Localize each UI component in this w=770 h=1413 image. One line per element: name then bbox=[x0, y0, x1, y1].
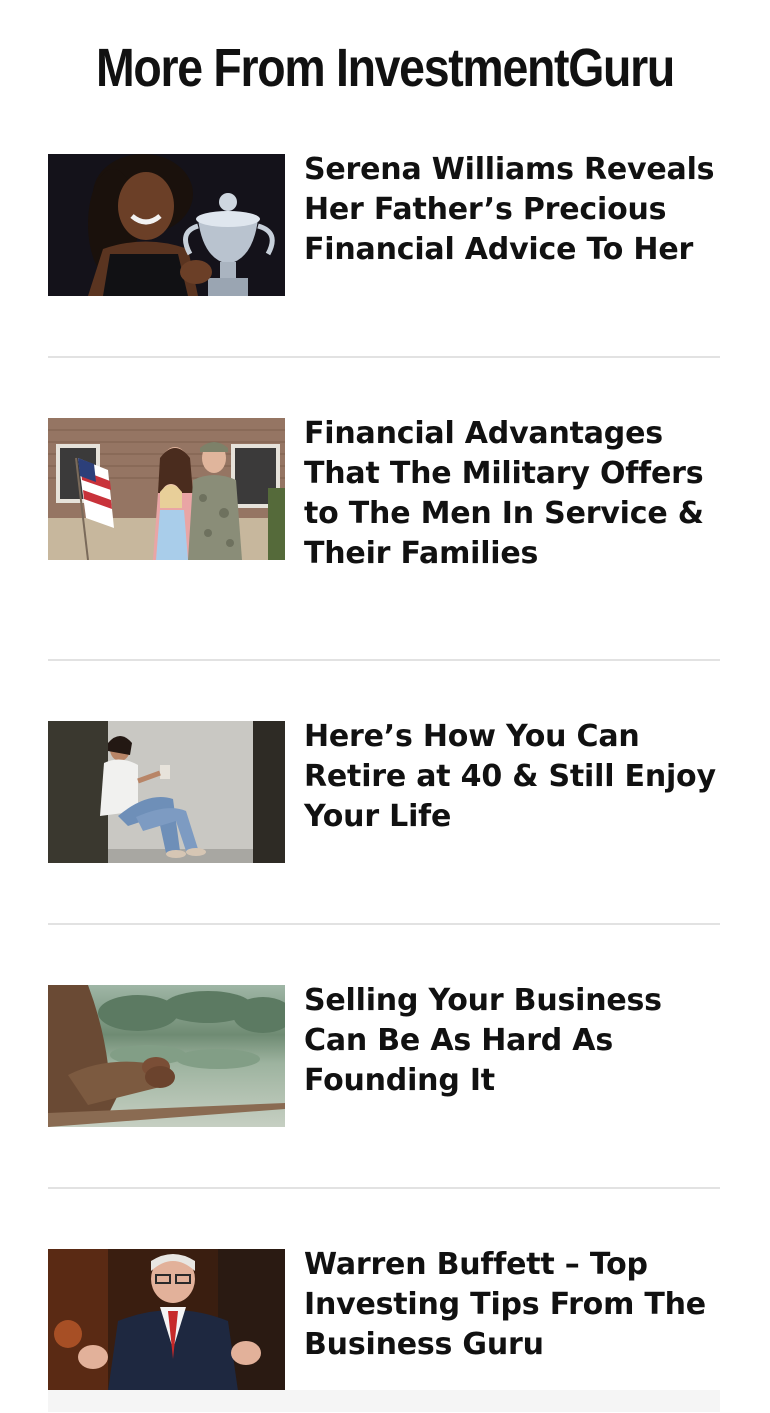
article-thumbnail[interactable] bbox=[48, 721, 285, 863]
article-thumbnail[interactable] bbox=[48, 154, 285, 296]
woman-sitting-coffee-photo bbox=[48, 721, 285, 863]
divider bbox=[48, 1187, 720, 1189]
article-title[interactable]: Selling Your Business Can Be As Hard As … bbox=[304, 981, 724, 1101]
article-item[interactable]: Here’s How You Can Retire at 40 & Still … bbox=[48, 719, 720, 923]
article-thumbnail[interactable] bbox=[48, 1249, 285, 1391]
article-item[interactable]: Warren Buffett – Top Investing Tips From… bbox=[48, 1247, 720, 1413]
article-title[interactable]: Here’s How You Can Retire at 40 & Still … bbox=[304, 717, 724, 837]
divider bbox=[48, 659, 720, 661]
next-item-peek bbox=[48, 1390, 720, 1412]
divider bbox=[48, 356, 720, 358]
military-family-flag-photo bbox=[48, 418, 285, 560]
article-item[interactable]: Financial Advantages That The Military O… bbox=[48, 416, 720, 659]
serena-williams-trophy-photo bbox=[48, 154, 285, 296]
hands-lake-view-photo bbox=[48, 985, 285, 1127]
article-title[interactable]: Warren Buffett – Top Investing Tips From… bbox=[304, 1245, 724, 1365]
section-heading: More From InvestmentGuru bbox=[95, 38, 675, 98]
article-title[interactable]: Financial Advantages That The Military O… bbox=[304, 414, 724, 574]
warren-buffett-photo bbox=[48, 1249, 285, 1391]
divider bbox=[48, 923, 720, 925]
article-list: Serena Williams Reveals Her Father’s Pre… bbox=[48, 152, 720, 1413]
article-item[interactable]: Serena Williams Reveals Her Father’s Pre… bbox=[48, 152, 720, 356]
article-thumbnail[interactable] bbox=[48, 418, 285, 560]
article-thumbnail[interactable] bbox=[48, 985, 285, 1127]
article-item[interactable]: Selling Your Business Can Be As Hard As … bbox=[48, 983, 720, 1187]
article-title[interactable]: Serena Williams Reveals Her Father’s Pre… bbox=[304, 150, 724, 270]
